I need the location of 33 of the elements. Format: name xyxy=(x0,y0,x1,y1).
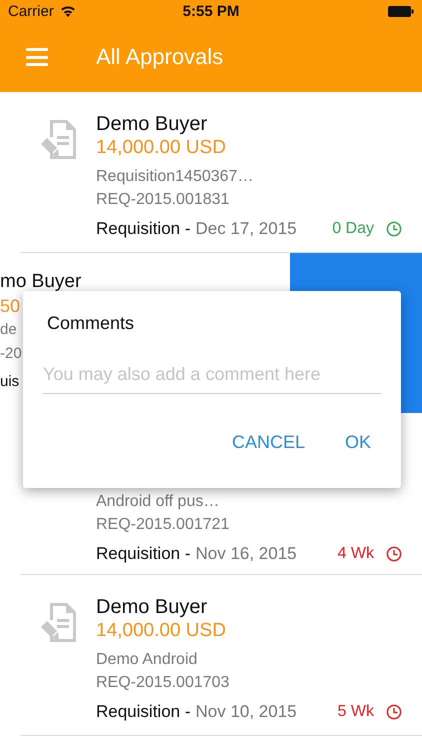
menu-button[interactable] xyxy=(26,48,48,66)
request-type: Requisition - xyxy=(96,219,190,239)
request-title: Demo Android xyxy=(96,650,198,670)
request-number: -20 xyxy=(0,344,22,364)
request-date: Nov 16, 2015 xyxy=(196,544,297,564)
battery-icon xyxy=(388,6,414,16)
ok-button[interactable]: OK xyxy=(334,428,381,457)
age-label: 5 Wk xyxy=(338,703,374,721)
carrier-label: Carrier xyxy=(8,2,54,20)
request-number: REQ-2015.001831 xyxy=(96,190,230,210)
request-title: Android off pus… xyxy=(96,492,220,512)
request-date: Dec 17, 2015 xyxy=(196,219,297,239)
page-title: All Approvals xyxy=(96,44,224,70)
age-label: 0 Day xyxy=(332,220,374,238)
request-number: REQ-2015.001721 xyxy=(96,515,230,535)
buyer-name: Demo Buyer xyxy=(96,595,208,619)
buyer-name: mo Buyer xyxy=(0,270,82,294)
amount: 14,000.00 USD xyxy=(96,619,227,642)
request-title: de xyxy=(0,320,17,340)
amount: 50 xyxy=(0,295,20,318)
status-time: 5:55 PM xyxy=(182,2,240,20)
request-type: Requisition - xyxy=(96,544,190,564)
request-date: Nov 10, 2015 xyxy=(196,702,297,722)
request-title: Requisition1450367… xyxy=(96,167,254,187)
age-label: 4 Wk xyxy=(338,545,374,563)
request-type: Requisition - xyxy=(96,702,190,722)
cancel-button[interactable]: CANCEL xyxy=(222,428,315,457)
dialog-title: Comments xyxy=(46,313,134,334)
buyer-name: Demo Buyer xyxy=(96,112,208,136)
amount: 14,000.00 USD xyxy=(96,136,227,159)
wifi-icon xyxy=(60,5,76,17)
request-number: REQ-2015.001703 xyxy=(96,673,230,693)
request-type: uis xyxy=(0,372,20,392)
